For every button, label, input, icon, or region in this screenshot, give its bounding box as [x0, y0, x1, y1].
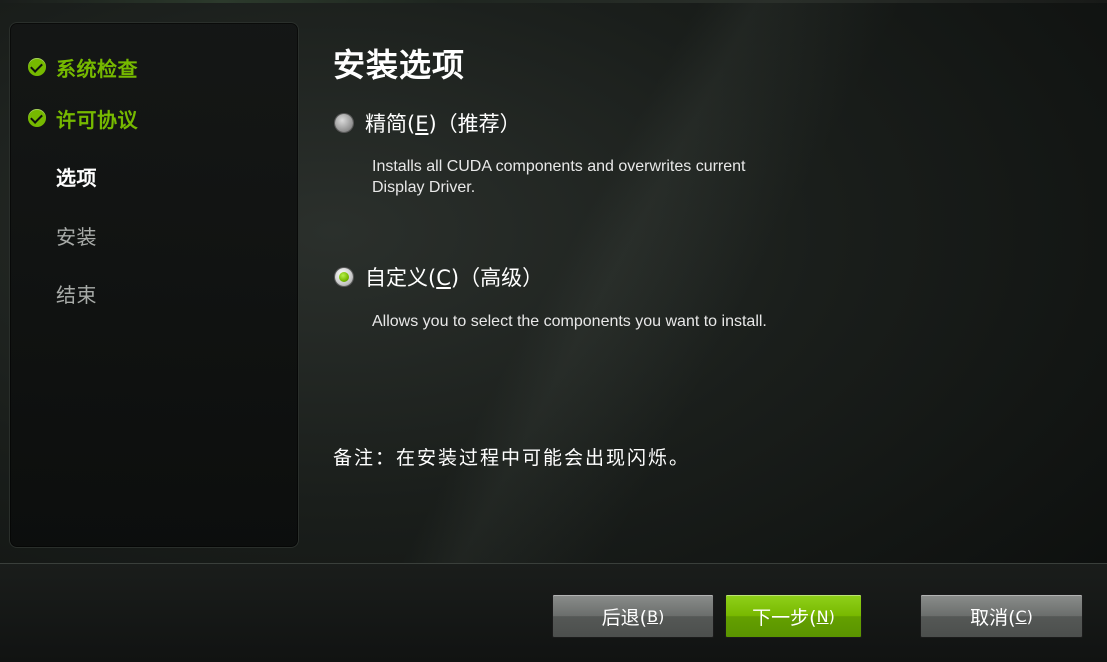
next-button[interactable]: 下一步(N) [725, 594, 862, 638]
option-custom-description: Allows you to select the components you … [372, 313, 767, 330]
option-label[interactable]: 精简(E)（推荐） [365, 108, 521, 138]
step-label: 系统检查 [56, 56, 138, 81]
page-title: 安装选项 [333, 46, 466, 84]
step-label: 结束 [56, 282, 97, 307]
back-button[interactable]: 后退(B) [552, 594, 714, 638]
step-label: 选项 [56, 165, 97, 190]
cancel-button[interactable]: 取消(C) [920, 594, 1083, 638]
option-custom[interactable]: 自定义(C)（高级） [335, 262, 543, 292]
option-express[interactable]: 精简(E)（推荐） [335, 108, 521, 138]
option-label[interactable]: 自定义(C)（高级） [365, 262, 543, 292]
step-options: 选项 [28, 163, 97, 190]
window-top-edge [0, 0, 1107, 3]
step-install: 安装 [28, 222, 97, 249]
flicker-note: 备注：在安装过程中可能会出现闪烁。 [333, 447, 691, 469]
step-label: 安装 [56, 224, 97, 249]
step-label: 许可协议 [56, 107, 138, 132]
check-circle-icon [28, 109, 46, 127]
check-circle-icon [28, 58, 46, 76]
step-finish: 结束 [28, 280, 97, 307]
custom-radio-button[interactable] [335, 268, 353, 286]
step-system-check: 系统检查 [28, 54, 138, 81]
option-express-description: Installs all CUDA components and overwri… [372, 158, 746, 196]
express-radio-button[interactable] [335, 114, 353, 132]
steps-sidebar: 系统检查 许可协议 选项 安装 结束 [9, 22, 299, 548]
step-license-agreement: 许可协议 [28, 105, 138, 132]
